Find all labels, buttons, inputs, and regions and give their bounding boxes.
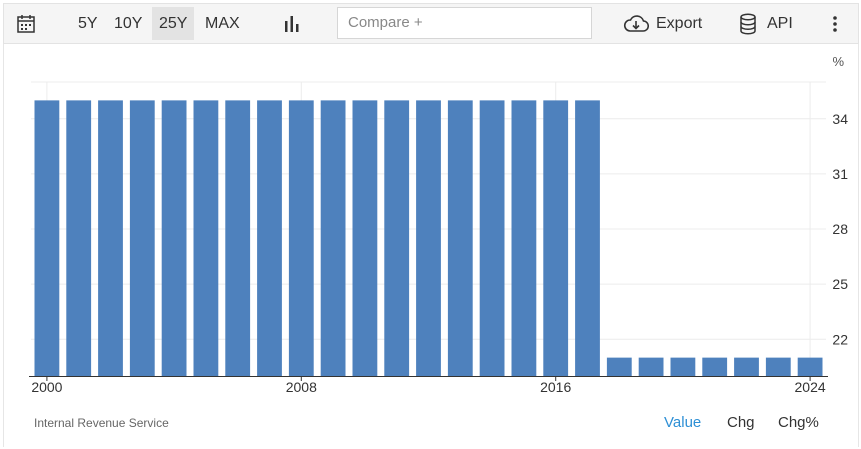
tab-value[interactable]: Value xyxy=(664,414,701,431)
y-tick-label: 22 xyxy=(832,331,848,347)
tab-chg-percent[interactable]: Chg% xyxy=(778,414,819,431)
y-tick-label: 31 xyxy=(832,166,848,182)
bar-2016[interactable] xyxy=(543,100,569,376)
bar-2006[interactable] xyxy=(225,100,251,376)
bar-2008[interactable] xyxy=(288,100,314,376)
bar-2024[interactable] xyxy=(797,357,823,376)
bar-2013[interactable] xyxy=(447,100,473,376)
bar-2014[interactable] xyxy=(479,100,505,376)
bar-2007[interactable] xyxy=(257,100,282,376)
bar-2022[interactable] xyxy=(734,357,759,376)
x-tick-label: 2024 xyxy=(795,379,826,395)
bar-chart: 22 25 28 31 34 2000 2008 2016 2024% xyxy=(29,54,848,395)
bar-2001[interactable] xyxy=(66,100,92,376)
bar-2017[interactable] xyxy=(575,100,600,376)
x-tick-label: 2016 xyxy=(540,379,571,395)
bar-2018[interactable] xyxy=(606,357,632,376)
y-tick-label: 25 xyxy=(832,276,848,292)
bar-2002[interactable] xyxy=(98,100,123,376)
bar-2015[interactable] xyxy=(511,100,537,376)
y-tick-label: 34 xyxy=(832,111,848,127)
x-tick-label: 2000 xyxy=(31,379,62,395)
tab-chg[interactable]: Chg xyxy=(727,414,755,431)
bar-2019[interactable] xyxy=(638,357,664,376)
source-label: Internal Revenue Service xyxy=(34,416,169,430)
bar-2021[interactable] xyxy=(702,357,728,376)
unit-label: % xyxy=(832,54,844,69)
bar-2012[interactable] xyxy=(416,100,441,376)
bar-2011[interactable] xyxy=(384,100,410,376)
bar-2003[interactable] xyxy=(129,100,155,376)
bar-2009[interactable] xyxy=(320,100,346,376)
bar-2005[interactable] xyxy=(193,100,219,376)
bar-2000[interactable] xyxy=(34,100,60,376)
bar-2020[interactable] xyxy=(670,357,696,376)
bar-2010[interactable] xyxy=(352,100,378,376)
bar-2023[interactable] xyxy=(765,357,791,376)
x-tick-label: 2008 xyxy=(286,379,317,395)
bar-2004[interactable] xyxy=(161,100,187,376)
y-tick-label: 28 xyxy=(832,221,848,237)
